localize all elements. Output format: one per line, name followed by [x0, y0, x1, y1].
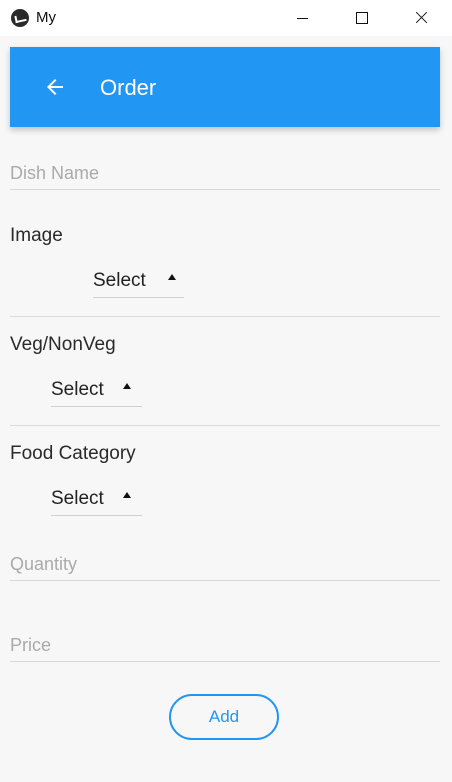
dish-name-field[interactable]: [10, 161, 440, 190]
caret-up-icon: [123, 383, 131, 389]
minimize-icon: [297, 18, 308, 19]
food-category-dropdown[interactable]: Select: [51, 485, 142, 516]
caret-up-icon: [123, 492, 131, 498]
image-label: Image: [10, 225, 63, 246]
divider: [10, 316, 440, 317]
window-titlebar: My: [0, 0, 452, 36]
add-button[interactable]: Add: [169, 694, 279, 740]
app-logo-icon: [11, 9, 29, 27]
maximize-icon: [356, 12, 368, 24]
divider: [10, 425, 440, 426]
minimize-button[interactable]: [273, 0, 331, 36]
veg-nonveg-label: Veg/NonVeg: [10, 334, 116, 355]
maximize-button[interactable]: [333, 0, 391, 36]
window-title: My: [36, 9, 56, 26]
image-dropdown[interactable]: Select: [93, 267, 184, 298]
food-category-dropdown-value: Select: [51, 488, 104, 509]
price-field[interactable]: [10, 633, 440, 662]
back-arrow-icon[interactable]: [43, 75, 67, 99]
quantity-field[interactable]: [10, 552, 440, 581]
close-button[interactable]: [392, 0, 450, 36]
image-dropdown-value: Select: [93, 270, 146, 291]
dish-name-input[interactable]: [10, 163, 440, 184]
veg-nonveg-dropdown[interactable]: Select: [51, 376, 142, 407]
price-input[interactable]: [10, 635, 440, 656]
page-title: Order: [100, 75, 157, 100]
caret-up-icon: [168, 274, 176, 280]
veg-nonveg-dropdown-value: Select: [51, 379, 104, 400]
food-category-label: Food Category: [10, 443, 136, 464]
app-bar: Order: [10, 47, 440, 127]
quantity-input[interactable]: [10, 554, 440, 575]
